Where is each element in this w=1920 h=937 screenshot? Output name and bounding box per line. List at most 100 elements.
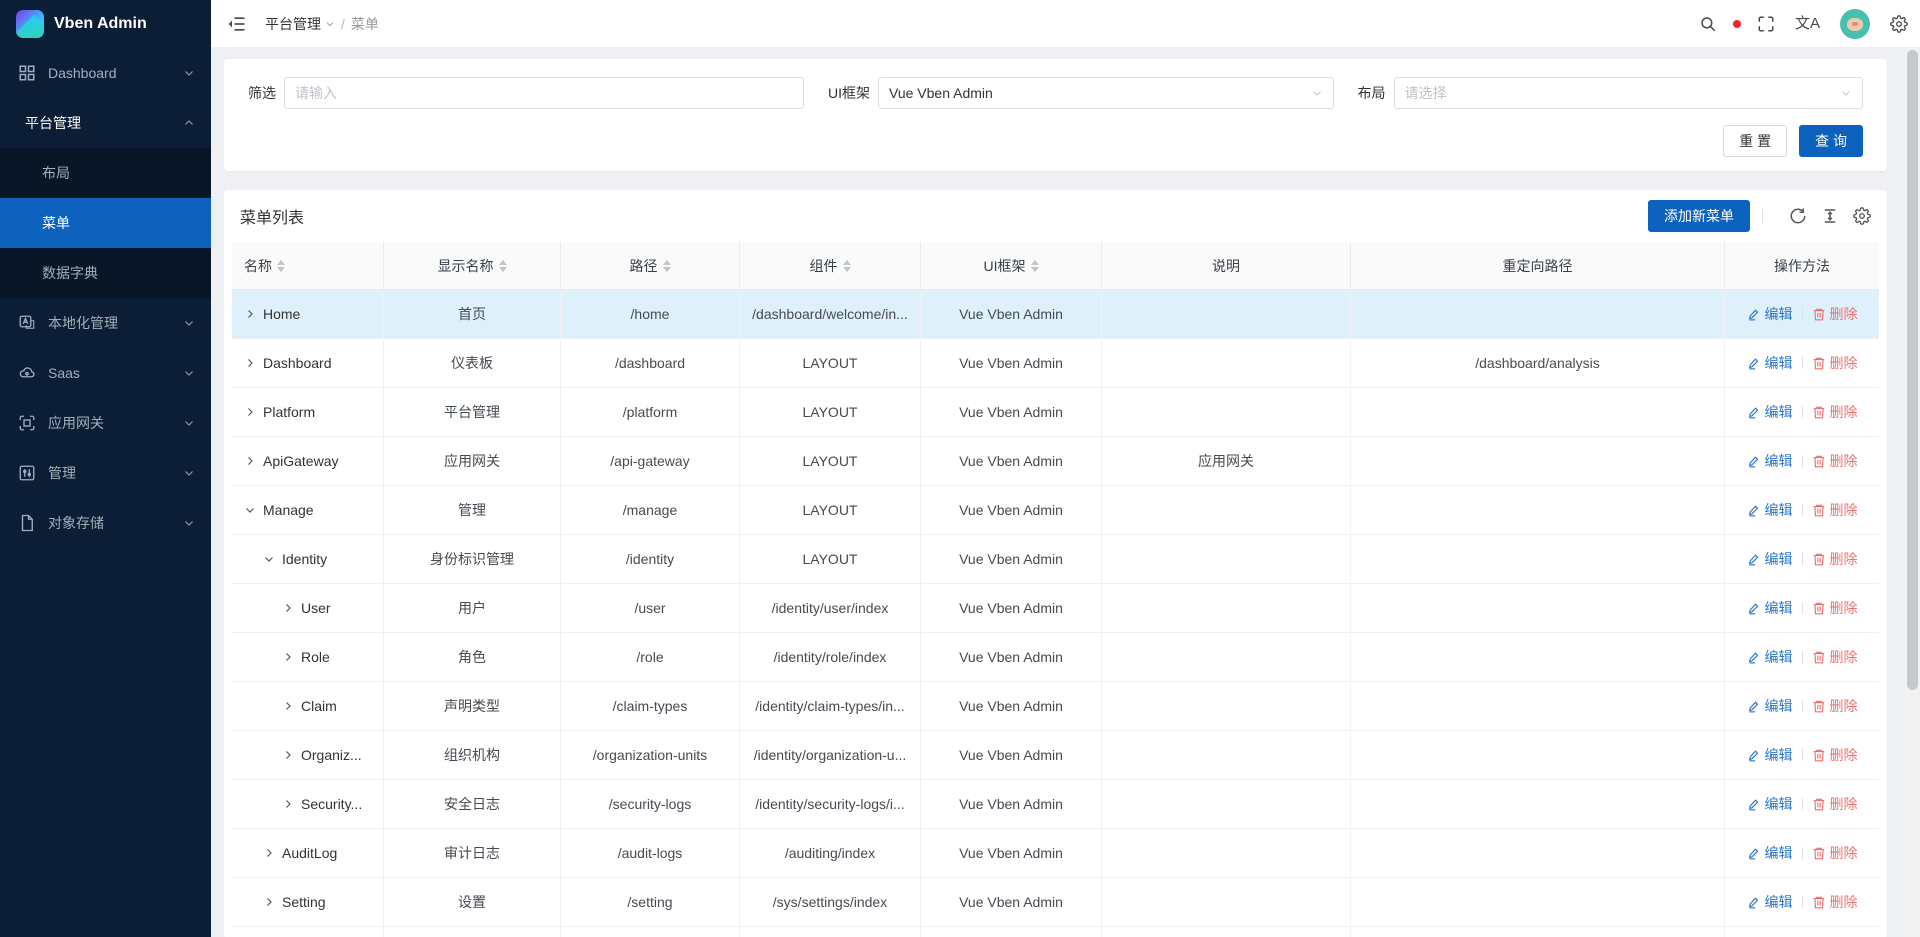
cell-name[interactable]: Claim	[232, 682, 384, 730]
cell-ui-framework: Vue Vben Admin	[921, 584, 1102, 632]
search-button[interactable]: 查 询	[1799, 125, 1863, 157]
chevron-down-icon	[183, 317, 195, 329]
reset-button[interactable]: 重 置	[1723, 125, 1787, 157]
delete-button[interactable]: 删除	[1812, 647, 1858, 667]
delete-button[interactable]: 删除	[1812, 696, 1858, 716]
edit-button[interactable]: 编辑	[1747, 647, 1793, 667]
trash-icon	[1812, 503, 1826, 517]
cell-description	[1102, 633, 1351, 681]
cell-redirect	[1351, 437, 1725, 485]
cell-name[interactable]: Role	[232, 633, 384, 681]
column-header-UI框架[interactable]: UI框架	[921, 242, 1102, 289]
sidebar-item-localization[interactable]: 本地化管理	[0, 298, 211, 348]
sidebar-subitem-菜单[interactable]: 菜单	[0, 198, 211, 248]
app-logo[interactable]: Vben Admin	[0, 0, 211, 48]
delete-button[interactable]: 删除	[1812, 549, 1858, 569]
sidebar-item-gateway[interactable]: 应用网关	[0, 398, 211, 448]
cell-description	[1102, 535, 1351, 583]
delete-button[interactable]: 删除	[1812, 353, 1858, 373]
cell-name[interactable]: Platform	[232, 388, 384, 436]
filter-input[interactable]	[295, 85, 793, 101]
cell-ui-framework: Vue Vben Admin	[921, 731, 1102, 779]
cell-actions: 编辑删除	[1725, 878, 1879, 926]
sidebar-item-storage[interactable]: 对象存储	[0, 498, 211, 548]
edit-button[interactable]: 编辑	[1747, 696, 1793, 716]
avatar[interactable]	[1840, 9, 1870, 39]
cell-name[interactable]: Home	[232, 290, 384, 338]
cell-name[interactable]: Organiz...	[232, 731, 384, 779]
chevron-right-icon	[282, 602, 294, 614]
row-height-icon[interactable]	[1821, 207, 1839, 225]
delete-button[interactable]: 删除	[1812, 402, 1858, 422]
cell-component: /identity/user/index	[740, 584, 921, 632]
column-header-显示名称[interactable]: 显示名称	[384, 242, 561, 289]
sidebar-subitem-数据字典[interactable]: 数据字典	[0, 248, 211, 298]
edit-button[interactable]: 编辑	[1747, 843, 1793, 863]
translate-icon[interactable]: 文A	[1795, 16, 1820, 31]
delete-button[interactable]: 删除	[1812, 304, 1858, 324]
scrollbar-thumb[interactable]	[1907, 50, 1918, 690]
add-menu-button[interactable]: 添加新菜单	[1648, 200, 1750, 232]
sort-carets-icon[interactable]	[1031, 260, 1039, 272]
search-icon[interactable]	[1699, 15, 1717, 33]
cell-redirect	[1351, 731, 1725, 779]
cell-display: 审计日志	[384, 829, 561, 877]
sidebar-item-platform[interactable]: 平台管理	[0, 98, 211, 148]
refresh-icon[interactable]	[1789, 207, 1807, 225]
table-row: Claim声明类型/claim-types/identity/claim-typ…	[232, 682, 1879, 731]
edit-button[interactable]: 编辑	[1747, 794, 1793, 814]
delete-button[interactable]: 删除	[1812, 500, 1858, 520]
column-header-组件[interactable]: 组件	[740, 242, 921, 289]
table-body: Home首页/home/dashboard/welcome/in...Vue V…	[232, 290, 1879, 937]
layout-select[interactable]: 请选择	[1394, 77, 1863, 109]
edit-button[interactable]: 编辑	[1747, 892, 1793, 912]
column-header-路径[interactable]: 路径	[561, 242, 740, 289]
cell-name[interactable]: Identity	[232, 535, 384, 583]
edit-button[interactable]: 编辑	[1747, 549, 1793, 569]
delete-button[interactable]: 删除	[1812, 843, 1858, 863]
cell-name[interactable]: User	[232, 584, 384, 632]
edit-button[interactable]: 编辑	[1747, 745, 1793, 765]
column-header-名称[interactable]: 名称	[232, 242, 384, 289]
breadcrumb-parent[interactable]: 平台管理	[265, 14, 335, 34]
table-row: Platform平台管理/platformLAYOUTVue Vben Admi…	[232, 388, 1879, 437]
sidebar-collapse-icon[interactable]	[227, 14, 247, 34]
gear-icon[interactable]	[1890, 15, 1908, 33]
cell-name[interactable]: AuditLog	[232, 829, 384, 877]
delete-button[interactable]: 删除	[1812, 794, 1858, 814]
edit-button[interactable]: 编辑	[1747, 451, 1793, 471]
cell-component: LAYOUT	[740, 388, 921, 436]
delete-button[interactable]: 删除	[1812, 745, 1858, 765]
edit-button[interactable]: 编辑	[1747, 304, 1793, 324]
delete-button[interactable]: 删除	[1812, 451, 1858, 471]
cell-name[interactable]: ApiGateway	[232, 437, 384, 485]
sort-carets-icon[interactable]	[663, 260, 671, 272]
cell-name[interactable]: Dashboard	[232, 339, 384, 387]
sidebar-subitem-布局[interactable]: 布局	[0, 148, 211, 198]
delete-button[interactable]: 删除	[1812, 598, 1858, 618]
table-row: Setting设置/setting/sys/settings/indexVue …	[232, 878, 1879, 927]
sort-carets-icon[interactable]	[499, 260, 507, 272]
sort-carets-icon[interactable]	[843, 260, 851, 272]
delete-button[interactable]: 删除	[1812, 892, 1858, 912]
ui-framework-select[interactable]: Vue Vben Admin	[878, 77, 1333, 109]
cell-description	[1102, 339, 1351, 387]
cell-display: 角色	[384, 633, 561, 681]
sort-carets-icon[interactable]	[277, 260, 285, 272]
cell-name[interactable]: Setting	[232, 878, 384, 926]
edit-label: 编辑	[1765, 500, 1793, 520]
sidebar-item-manage[interactable]: 管理	[0, 448, 211, 498]
vertical-scrollbar[interactable]	[1905, 48, 1920, 937]
table-settings-gear-icon[interactable]	[1853, 207, 1871, 225]
edit-button[interactable]: 编辑	[1747, 353, 1793, 373]
cell-component: /identity/role/index	[740, 633, 921, 681]
edit-button[interactable]: 编辑	[1747, 598, 1793, 618]
sidebar-item-dashboard[interactable]: Dashboard	[0, 48, 211, 98]
sidebar-item-saas[interactable]: Saas	[0, 348, 211, 398]
edit-button[interactable]: 编辑	[1747, 500, 1793, 520]
cell-name[interactable]: Security...	[232, 780, 384, 828]
fullscreen-icon[interactable]	[1757, 15, 1775, 33]
edit-button[interactable]: 编辑	[1747, 402, 1793, 422]
cell-empty	[1725, 927, 1879, 937]
cell-name[interactable]: Manage	[232, 486, 384, 534]
